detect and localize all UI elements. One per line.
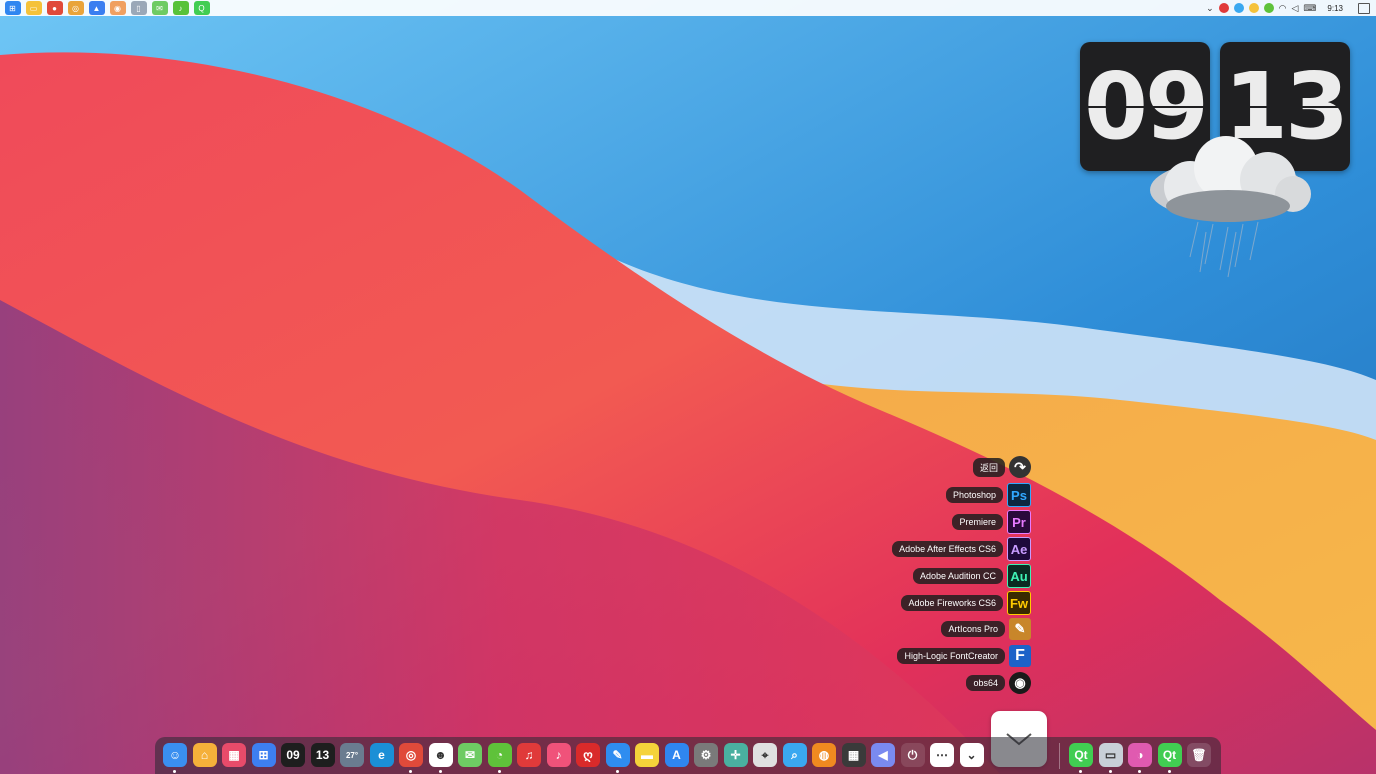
- stack-item-label: Adobe After Effects CS6: [892, 541, 1003, 557]
- notes-icon[interactable]: ▬: [635, 743, 659, 767]
- audition-icon: Au: [1007, 564, 1031, 588]
- clock-minute-icon[interactable]: 13: [310, 743, 335, 767]
- wechat-icon[interactable]: ✉: [151, 1, 168, 15]
- clock-hour-icon[interactable]: 09: [281, 743, 305, 767]
- teams-icon[interactable]: ▲: [88, 1, 105, 15]
- stack-item-fontcreator[interactable]: High-Logic FontCreator F: [897, 645, 1031, 667]
- chrome-icon[interactable]: ◎: [67, 1, 84, 15]
- wechat-icon[interactable]: ✉: [458, 743, 482, 767]
- running-indicator: [1108, 770, 1112, 773]
- calculator-icon[interactable]: ▦: [841, 743, 866, 767]
- power-icon[interactable]: ⏻: [900, 743, 925, 767]
- more-icon[interactable]: ⋯: [930, 743, 954, 767]
- stack-item-after-effects[interactable]: Adobe After Effects CS6 Ae: [892, 537, 1031, 561]
- finder-icon[interactable]: ☺: [163, 743, 187, 767]
- volume-icon[interactable]: ◀: [871, 743, 895, 767]
- stack-item-label: obs64: [966, 675, 1005, 691]
- orange-ring-icon[interactable]: ◍: [812, 743, 836, 767]
- fireworks-icon: Fw: [1007, 591, 1031, 615]
- keyboard-icon[interactable]: ⌨: [1303, 3, 1316, 14]
- dock-separator: [1059, 743, 1060, 769]
- qt-icon[interactable]: Q: [193, 1, 210, 15]
- taskbar-left-icons: ⊞ ▭ ● ◎ ▲ ◉ ▯ ✉ ♪ Q: [2, 1, 212, 15]
- after-effects-icon: Ae: [1007, 537, 1031, 561]
- qt-icon[interactable]: Qt: [1069, 743, 1093, 767]
- running-indicator: [438, 770, 442, 773]
- stack-item-label: Premiere: [952, 514, 1003, 530]
- launchpad-icon[interactable]: ▦: [222, 743, 246, 767]
- obs-icon[interactable]: ◉: [109, 1, 126, 15]
- netease-music-icon[interactable]: ♫: [517, 743, 541, 767]
- qq-tray-icon[interactable]: [1218, 3, 1229, 13]
- wifi-icon[interactable]: ◠: [1279, 3, 1287, 14]
- running-indicator: [615, 770, 619, 773]
- tray-time[interactable]: 9:13: [1327, 4, 1343, 13]
- photoshop-icon: Ps: [1007, 483, 1031, 507]
- music-icon[interactable]: ♪: [172, 1, 189, 15]
- magnifier-icon[interactable]: ⌕: [782, 743, 807, 767]
- stack-item-label: High-Logic FontCreator: [897, 648, 1005, 664]
- back-icon: ↷: [1009, 456, 1031, 478]
- red-swirl-icon[interactable]: ღ: [576, 743, 600, 767]
- stack-item-label: Adobe Audition CC: [912, 568, 1003, 584]
- stack-chevron-icon[interactable]: ⌄: [959, 743, 984, 767]
- display-icon[interactable]: ▭: [1098, 743, 1123, 767]
- running-indicator: [1079, 770, 1082, 773]
- weather-icon[interactable]: 27°: [340, 743, 364, 767]
- qq-icon[interactable]: ☻: [428, 743, 453, 767]
- chrome-icon[interactable]: ◎: [399, 743, 423, 767]
- stack-item-label: Adobe Fireworks CS6: [901, 595, 1003, 611]
- stack-item-photoshop[interactable]: Photoshop Ps: [945, 483, 1031, 507]
- windows-icon[interactable]: ⊞: [4, 1, 21, 15]
- stack-item-back[interactable]: 返回 ↷: [972, 456, 1031, 478]
- running-indicator: [1167, 770, 1171, 773]
- tablet-icon[interactable]: ▯: [130, 1, 147, 15]
- itunes-icon[interactable]: ♪: [546, 743, 571, 767]
- speaker-icon[interactable]: ◁: [1292, 3, 1299, 14]
- rain-cloud-icon: [1150, 136, 1311, 278]
- file-explorer-icon[interactable]: ▭: [25, 1, 42, 15]
- app-tray-icon[interactable]: [1248, 3, 1259, 13]
- dock: ☺ ⌂ ▦ ⊞ 09 13 27° e ◎ ☻ ✉ ◔ ♫ ♪ ღ ✎ ▬ A ⚙ ✛ ⌖ ⌕ ◍ ▦ ◀ ⏻ ⋯ ⌄ Qt ▭ ◑ Qt 🗑: [155, 737, 1221, 774]
- color-wheel-icon[interactable]: ◑: [1128, 743, 1152, 767]
- wechat-tray-icon[interactable]: [1233, 3, 1244, 13]
- articons-icon: ✎: [1009, 618, 1031, 640]
- notification-icon[interactable]: [1358, 2, 1370, 14]
- tray-chevron-icon[interactable]: ⌄: [1206, 3, 1214, 14]
- top-taskbar: ⊞ ▭ ● ◎ ▲ ◉ ▯ ✉ ♪ Q ⌄ ◠ ◁ ⌨ 9:13: [0, 0, 1376, 16]
- running-indicator: [497, 770, 501, 773]
- fontcreator-icon: F: [1009, 645, 1031, 667]
- system-tray: ⌄ ◠ ◁ ⌨ 9:13: [1206, 0, 1370, 16]
- qt-creator-icon[interactable]: Qt: [1157, 743, 1182, 767]
- pie-app-icon[interactable]: ◔: [487, 743, 512, 767]
- app-store-icon[interactable]: A: [664, 743, 689, 767]
- running-indicator: [173, 770, 176, 773]
- obs-icon: ◉: [1009, 672, 1031, 694]
- green-tray-icon[interactable]: [1263, 3, 1274, 13]
- stack-item-label: ArtIcons Pro: [941, 621, 1005, 637]
- pen-icon[interactable]: ✎: [605, 743, 630, 767]
- home-icon[interactable]: ⌂: [192, 743, 217, 767]
- windows-start-icon[interactable]: ⊞: [251, 743, 276, 767]
- stack-item-label: Photoshop: [945, 487, 1003, 503]
- stack-item-articons[interactable]: ArtIcons Pro ✎: [941, 618, 1031, 640]
- stack-item-fireworks[interactable]: Adobe Fireworks CS6 Fw: [901, 591, 1031, 615]
- running-indicator: [409, 770, 412, 773]
- screenshot-icon[interactable]: ⌖: [753, 743, 777, 767]
- trash-icon[interactable]: 🗑: [1187, 743, 1211, 767]
- premiere-icon: Pr: [1007, 510, 1031, 534]
- stack-item-obs64[interactable]: obs64 ◉: [966, 672, 1031, 694]
- edge-icon[interactable]: e: [369, 743, 394, 767]
- stack-item-audition[interactable]: Adobe Audition CC Au: [912, 564, 1031, 588]
- running-indicator: [1138, 770, 1141, 773]
- stack-item-premiere[interactable]: Premiere Pr: [952, 510, 1031, 534]
- stack-item-label: 返回: [972, 457, 1005, 477]
- netease-icon[interactable]: ●: [46, 1, 63, 15]
- color-picker-icon[interactable]: ✛: [723, 743, 748, 767]
- settings-icon[interactable]: ⚙: [694, 743, 718, 767]
